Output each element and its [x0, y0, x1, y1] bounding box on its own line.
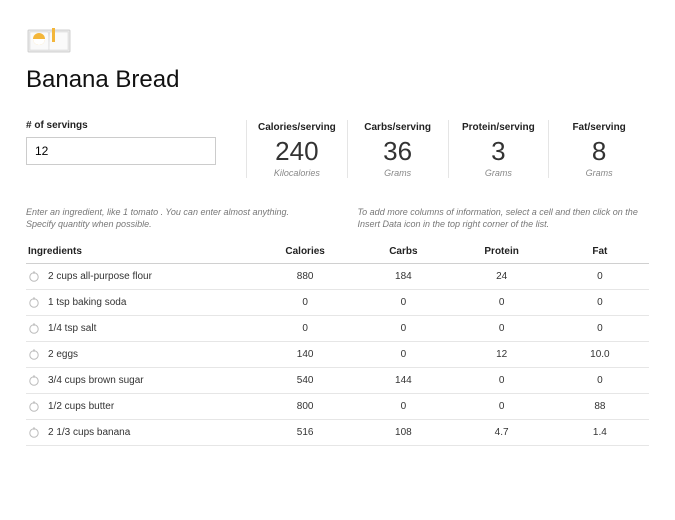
- food-item-icon: [28, 348, 40, 360]
- cell-fat[interactable]: 1.4: [551, 427, 649, 438]
- stat-title: Fat/serving: [572, 122, 625, 133]
- cell-carbs[interactable]: 0: [354, 297, 452, 308]
- recipe-book-icon: [26, 22, 72, 56]
- stat-title: Protein/serving: [462, 122, 535, 133]
- stat-title: Calories/serving: [258, 122, 336, 133]
- cell-fat[interactable]: 0: [551, 297, 649, 308]
- ingredient-name: 3/4 cups brown sugar: [48, 375, 144, 386]
- food-item-icon: [28, 296, 40, 308]
- cell-calories[interactable]: 516: [256, 427, 354, 438]
- cell-calories[interactable]: 140: [256, 349, 354, 360]
- food-item-icon: [28, 270, 40, 282]
- cell-protein[interactable]: 0: [453, 375, 551, 386]
- cell-ingredient[interactable]: 2 eggs: [26, 348, 256, 360]
- cell-protein[interactable]: 0: [453, 297, 551, 308]
- cell-ingredient[interactable]: 1/4 tsp salt: [26, 322, 256, 334]
- stat-protein: Protein/serving 3 Grams: [448, 120, 549, 178]
- cell-calories[interactable]: 0: [256, 323, 354, 334]
- ingredient-name: 1/2 cups butter: [48, 401, 114, 412]
- table-header-row: Ingredients Calories Carbs Protein Fat: [26, 238, 649, 264]
- cell-protein[interactable]: 0: [453, 401, 551, 412]
- table-row[interactable]: 2 cups all-purpose flour 880184240: [26, 264, 649, 290]
- cell-ingredient[interactable]: 3/4 cups brown sugar: [26, 374, 256, 386]
- cell-protein[interactable]: 4.7: [453, 427, 551, 438]
- ingredient-name: 1/4 tsp salt: [48, 323, 96, 334]
- stat-value: 36: [383, 137, 412, 166]
- cell-fat[interactable]: 10.0: [551, 349, 649, 360]
- stat-value: 3: [491, 137, 505, 166]
- hint-ingredients: Enter an ingredient, like 1 tomato . You…: [26, 206, 318, 230]
- col-carbs: Carbs: [354, 246, 452, 257]
- servings-label: # of servings: [26, 120, 226, 131]
- cell-carbs[interactable]: 184: [354, 271, 452, 282]
- cell-fat[interactable]: 0: [551, 271, 649, 282]
- col-protein: Protein: [453, 246, 551, 257]
- cell-fat[interactable]: 88: [551, 401, 649, 412]
- servings-input[interactable]: [26, 137, 216, 165]
- cell-calories[interactable]: 540: [256, 375, 354, 386]
- hints-row: Enter an ingredient, like 1 tomato . You…: [26, 206, 649, 230]
- stats-row: # of servings Calories/serving 240 Kiloc…: [26, 120, 649, 178]
- cell-calories[interactable]: 0: [256, 297, 354, 308]
- stat-value: 240: [275, 137, 318, 166]
- stat-unit: Kilocalories: [274, 168, 320, 178]
- stat-unit: Grams: [384, 168, 411, 178]
- ingredient-name: 2 cups all-purpose flour: [48, 271, 152, 282]
- cell-calories[interactable]: 880: [256, 271, 354, 282]
- stat-title: Carbs/serving: [364, 122, 431, 133]
- cell-ingredient[interactable]: 2 1/3 cups banana: [26, 426, 256, 438]
- table-row[interactable]: 2 eggs 14001210.0: [26, 342, 649, 368]
- table-row[interactable]: 1/4 tsp salt0000: [26, 316, 649, 342]
- table-row[interactable]: 2 1/3 cups banana 5161084.71.4: [26, 420, 649, 446]
- ingredients-table: Ingredients Calories Carbs Protein Fat 2…: [26, 238, 649, 446]
- cell-fat[interactable]: 0: [551, 375, 649, 386]
- stat-unit: Grams: [586, 168, 613, 178]
- cell-carbs[interactable]: 0: [354, 323, 452, 334]
- food-item-icon: [28, 374, 40, 386]
- cell-fat[interactable]: 0: [551, 323, 649, 334]
- ingredient-name: 2 1/3 cups banana: [48, 427, 130, 438]
- table-row[interactable]: 3/4 cups brown sugar54014400: [26, 368, 649, 394]
- cell-carbs[interactable]: 0: [354, 401, 452, 412]
- col-calories: Calories: [256, 246, 354, 257]
- stat-fat: Fat/serving 8 Grams: [548, 120, 649, 178]
- servings-block: # of servings: [26, 120, 246, 178]
- cell-carbs[interactable]: 108: [354, 427, 452, 438]
- table-row[interactable]: 1 tsp baking soda0000: [26, 290, 649, 316]
- table-row[interactable]: 1/2 cups butter8000088: [26, 394, 649, 420]
- stat-carbs: Carbs/serving 36 Grams: [347, 120, 448, 178]
- cell-carbs[interactable]: 144: [354, 375, 452, 386]
- cell-protein[interactable]: 12: [453, 349, 551, 360]
- stat-value: 8: [592, 137, 606, 166]
- cell-protein[interactable]: 24: [453, 271, 551, 282]
- cell-protein[interactable]: 0: [453, 323, 551, 334]
- cell-carbs[interactable]: 0: [354, 349, 452, 360]
- page-title: Banana Bread: [26, 66, 649, 94]
- col-ingredients: Ingredients: [26, 246, 256, 257]
- stat-calories: Calories/serving 240 Kilocalories: [246, 120, 347, 178]
- cell-ingredient[interactable]: 1/2 cups butter: [26, 400, 256, 412]
- food-item-icon: [28, 322, 40, 334]
- food-item-icon: [28, 426, 40, 438]
- ingredient-name: 1 tsp baking soda: [48, 297, 126, 308]
- hint-columns: To add more columns of information, sele…: [358, 206, 650, 230]
- food-item-icon: [28, 400, 40, 412]
- cell-calories[interactable]: 800: [256, 401, 354, 412]
- ingredient-name: 2 eggs: [48, 349, 78, 360]
- cell-ingredient[interactable]: 1 tsp baking soda: [26, 296, 256, 308]
- cell-ingredient[interactable]: 2 cups all-purpose flour: [26, 270, 256, 282]
- col-fat: Fat: [551, 246, 649, 257]
- stat-unit: Grams: [485, 168, 512, 178]
